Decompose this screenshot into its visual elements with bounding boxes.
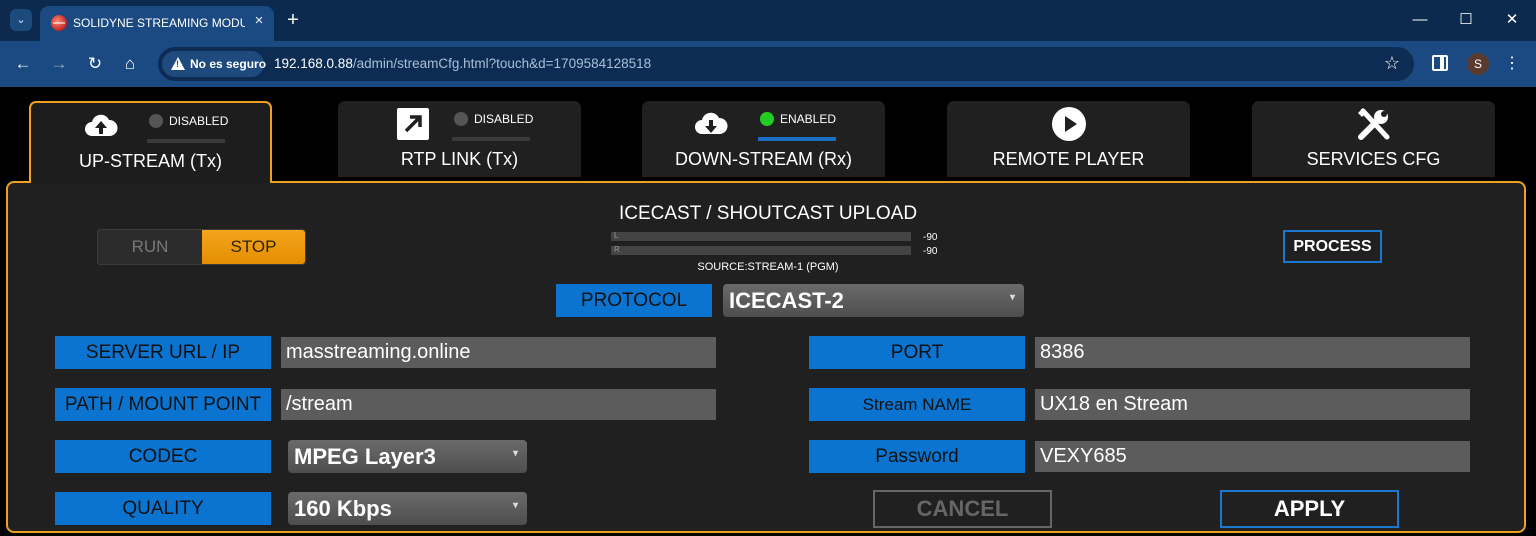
tab-rtp-link[interactable]: DISABLED RTP LINK (Tx) [338,101,581,177]
warning-icon [171,57,185,70]
codec-label: CODEC [55,440,271,473]
level-meter-left: L [611,231,911,241]
home-icon[interactable]: ⌂ [119,53,141,75]
panel-title: ICECAST / SHOUTCAST UPLOAD [618,203,918,224]
codec-value: MPEG Layer3 [294,444,436,469]
chevron-down-icon: ▾ [512,448,518,459]
tab-label: RTP LINK (Tx) [400,149,519,169]
tab-label: SERVICES CFG [1306,149,1441,169]
cloud-upload-icon [85,114,118,136]
tab-remote-player[interactable]: REMOTE PLAYER [947,101,1190,177]
server-url-input[interactable]: masstreaming.online [281,337,716,368]
port-input[interactable]: 8386 [1035,337,1470,368]
meter-channel-label: L [614,231,619,240]
quality-value: 160 Kbps [294,496,392,521]
run-stop-toggle[interactable]: RUN STOP [97,229,306,265]
status-dot [454,112,468,126]
upstream-panel: RUN STOP ICECAST / SHOUTCAST UPLOAD L -9… [6,181,1526,533]
play-icon [1052,107,1086,141]
chevron-down-icon: ▾ [512,500,518,511]
status-bar [452,137,530,141]
arrow-up-right-icon [397,108,429,140]
process-button[interactable]: PROCESS [1283,230,1382,263]
path-mount-label: PATH / MOUNT POINT [55,388,271,421]
side-panel-icon[interactable] [1432,55,1448,71]
apply-button[interactable]: APPLY [1220,490,1399,528]
browser-tab-bar: ⌄ SOLIDYNE STREAMING MODUL × + — ☐ ✕ [0,0,1536,41]
security-label: No es seguro [190,57,267,71]
password-label: Password [809,440,1025,473]
new-tab-button[interactable]: + [283,10,303,30]
tab-downstream[interactable]: ENABLED DOWN-STREAM (Rx) [642,101,885,177]
quality-label: QUALITY [55,492,271,525]
source-label: SOURCE:STREAM-1 (PGM) [697,261,839,273]
cancel-button[interactable]: CANCEL [873,490,1052,528]
status-text: DISABLED [169,114,229,128]
url-text[interactable]: 192.168.0.88/admin/streamCfg.html?touch&… [274,56,651,71]
close-window-button[interactable]: ✕ [1502,10,1522,30]
quality-select[interactable]: 160 Kbps ▾ [288,492,527,525]
port-label: PORT [809,336,1025,369]
browser-toolbar: ← → ↻ ⌂ No es seguro 192.168.0.88/admin/… [0,41,1536,87]
tools-icon [1358,108,1390,140]
tab-label: DOWN-STREAM (Rx) [675,149,852,169]
url-path: /admin/streamCfg.html?touch&d=1709584128… [352,56,652,71]
server-url-label: SERVER URL / IP [55,336,271,369]
address-bar[interactable]: No es seguro 192.168.0.88/admin/streamCf… [158,47,1414,81]
tab-title: SOLIDYNE STREAMING MODUL [73,16,245,30]
cloud-download-icon [695,112,728,134]
protocol-value: ICECAST-2 [729,288,844,313]
browser-tab[interactable]: SOLIDYNE STREAMING MODUL × [40,6,274,41]
tab-close-icon[interactable]: × [250,12,268,30]
status-dot [760,112,774,126]
menu-kebab-icon[interactable]: ⋮ [1504,53,1520,75]
tab-label: UP-STREAM (Tx) [79,151,222,171]
security-indicator[interactable]: No es seguro [162,51,267,77]
password-input[interactable]: VEXY685 [1035,441,1470,472]
streaming-app: DISABLED UP-STREAM (Tx) DISABLED RTP LIN… [0,87,1536,536]
url-host: 192.168.0.88 [274,56,353,71]
stream-name-label: Stream NAME [809,388,1025,421]
status-bar [147,139,225,143]
chevron-down-icon: ▾ [1009,292,1015,303]
tab-upstream[interactable]: DISABLED UP-STREAM (Tx) [29,101,272,183]
back-arrow-icon[interactable]: ← [12,53,34,75]
tab-label: REMOTE PLAYER [992,149,1145,169]
path-mount-input[interactable]: /stream [281,389,716,420]
status-text: DISABLED [474,112,534,126]
stream-name-input[interactable]: UX18 en Stream [1035,389,1470,420]
run-button[interactable]: RUN [98,230,202,264]
status-bar [758,137,836,141]
status-dot [149,114,163,128]
site-favicon-icon [51,15,67,31]
meter-db-right: -90 [923,246,938,257]
stop-button[interactable]: STOP [202,230,305,264]
reload-icon[interactable]: ↻ [84,53,106,75]
profile-avatar[interactable]: S [1467,53,1489,75]
meter-channel-label: R [614,245,620,254]
level-meter-right: R [611,245,911,255]
minimize-button[interactable]: — [1410,10,1430,30]
codec-select[interactable]: MPEG Layer3 ▾ [288,440,527,473]
meter-db-left: -90 [923,232,938,243]
tab-list-button[interactable]: ⌄ [10,9,32,31]
status-text: ENABLED [780,112,837,126]
maximize-button[interactable]: ☐ [1456,10,1476,30]
forward-arrow-icon[interactable]: → [48,53,70,75]
protocol-label: PROTOCOL [556,284,712,317]
protocol-select[interactable]: ICECAST-2 ▾ [723,284,1024,317]
bookmark-star-icon[interactable]: ☆ [1384,53,1400,74]
tab-services-cfg[interactable]: SERVICES CFG [1252,101,1495,177]
